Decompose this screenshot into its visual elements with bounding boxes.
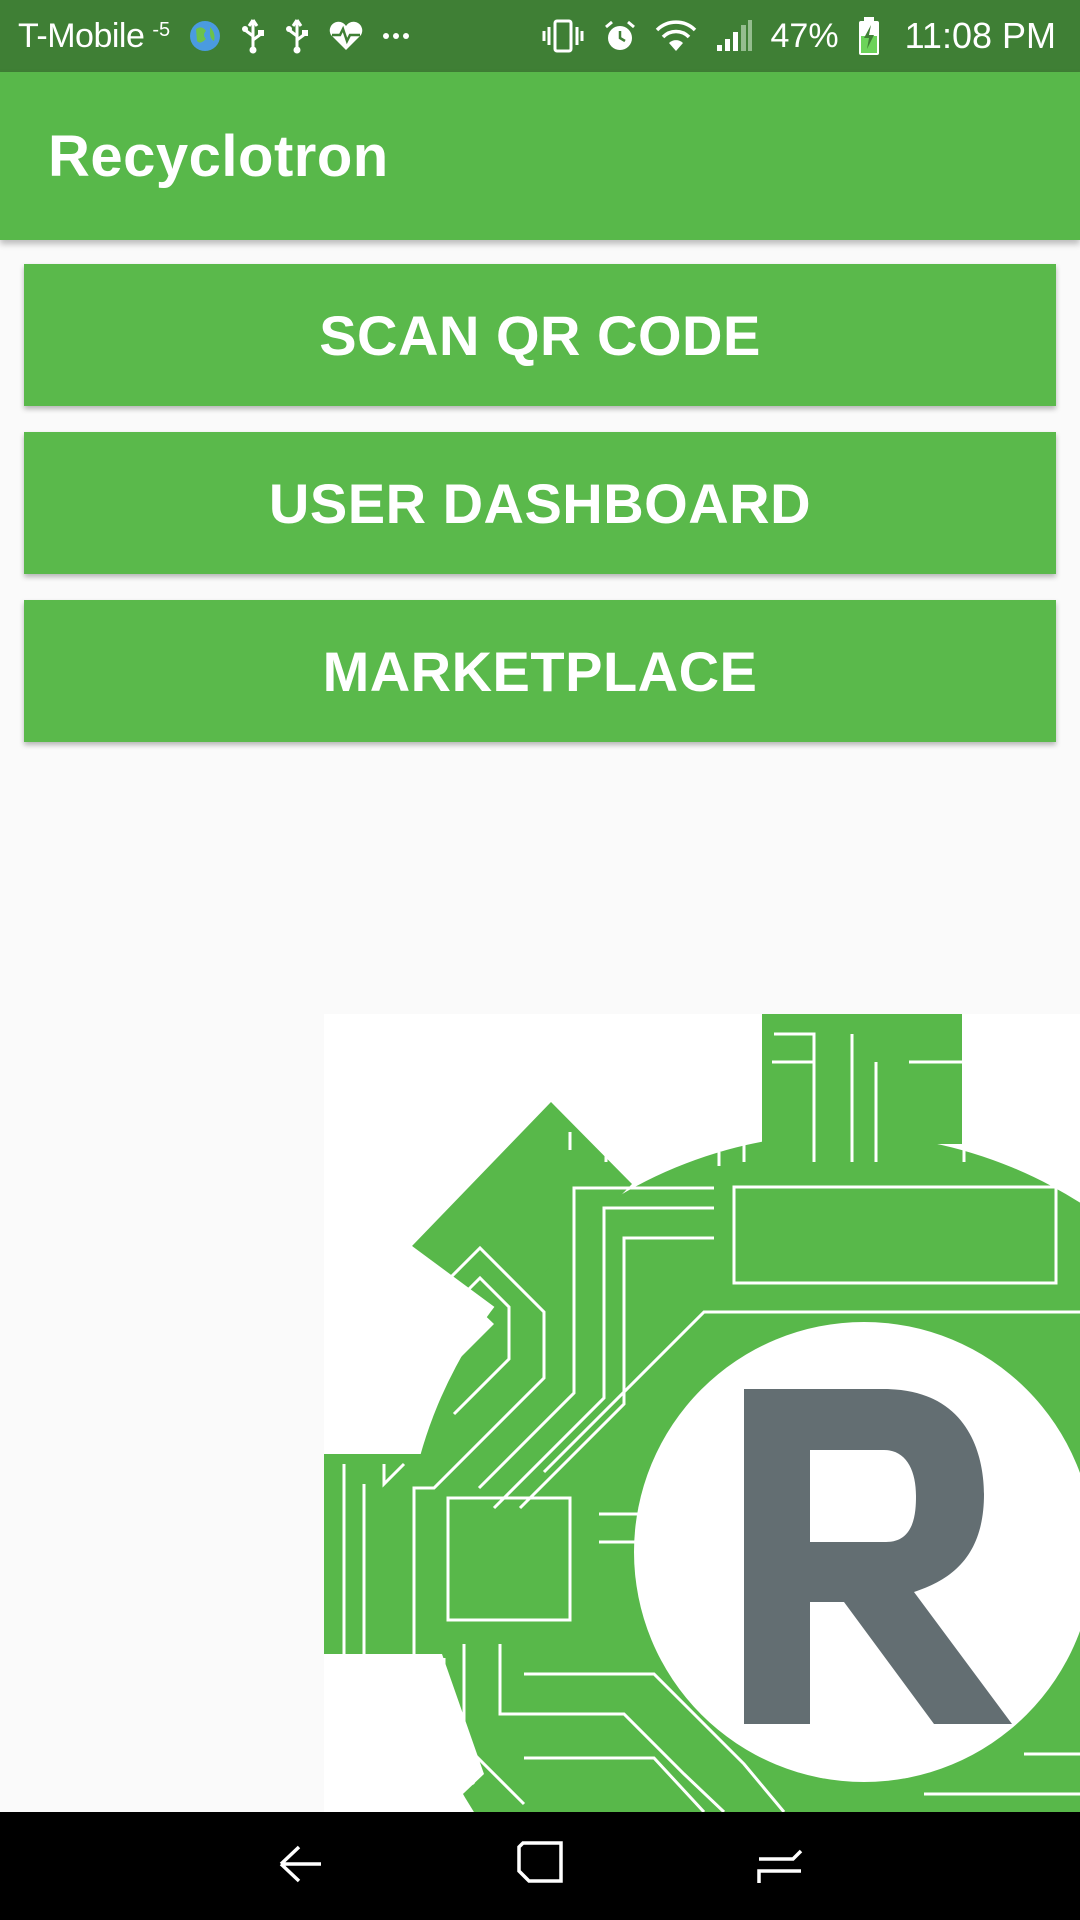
user-dashboard-button[interactable]: USER DASHBOARD: [24, 432, 1056, 574]
globe-icon: [188, 19, 222, 53]
status-bar: T-Mobile -5 47% 11:08 PM: [0, 0, 1080, 72]
marketplace-button[interactable]: MARKETPLACE: [24, 600, 1056, 742]
status-left: T-Mobile -5: [18, 17, 410, 56]
scan-qr-code-button[interactable]: SCAN QR CODE: [24, 264, 1056, 406]
carrier-name: T-Mobile: [18, 16, 145, 55]
recyclotron-logo: [324, 1014, 1080, 1812]
wifi-icon: [655, 19, 697, 53]
back-icon: [275, 1839, 325, 1894]
recents-icon: [755, 1839, 805, 1894]
recents-button[interactable]: [700, 1812, 860, 1920]
usb-icon: [240, 18, 266, 54]
back-button[interactable]: [220, 1812, 380, 1920]
battery-percent: 47%: [770, 16, 839, 55]
home-icon: [515, 1839, 565, 1894]
heart-monitor-icon: [328, 20, 364, 52]
app-title: Recyclotron: [48, 123, 389, 189]
more-icon: [382, 31, 410, 41]
carrier-extra: -5: [152, 18, 171, 41]
status-right: 47% 11:08 PM: [541, 15, 1056, 57]
home-button[interactable]: [460, 1812, 620, 1920]
clock: 11:08 PM: [904, 15, 1056, 56]
usb-icon: [284, 18, 310, 54]
navigation-bar: [0, 1812, 1080, 1920]
battery-charging-icon: [857, 16, 881, 56]
app-bar: Recyclotron: [0, 72, 1080, 240]
vibrate-icon: [541, 19, 585, 53]
alarm-icon: [603, 19, 637, 53]
signal-icon: [715, 19, 753, 53]
